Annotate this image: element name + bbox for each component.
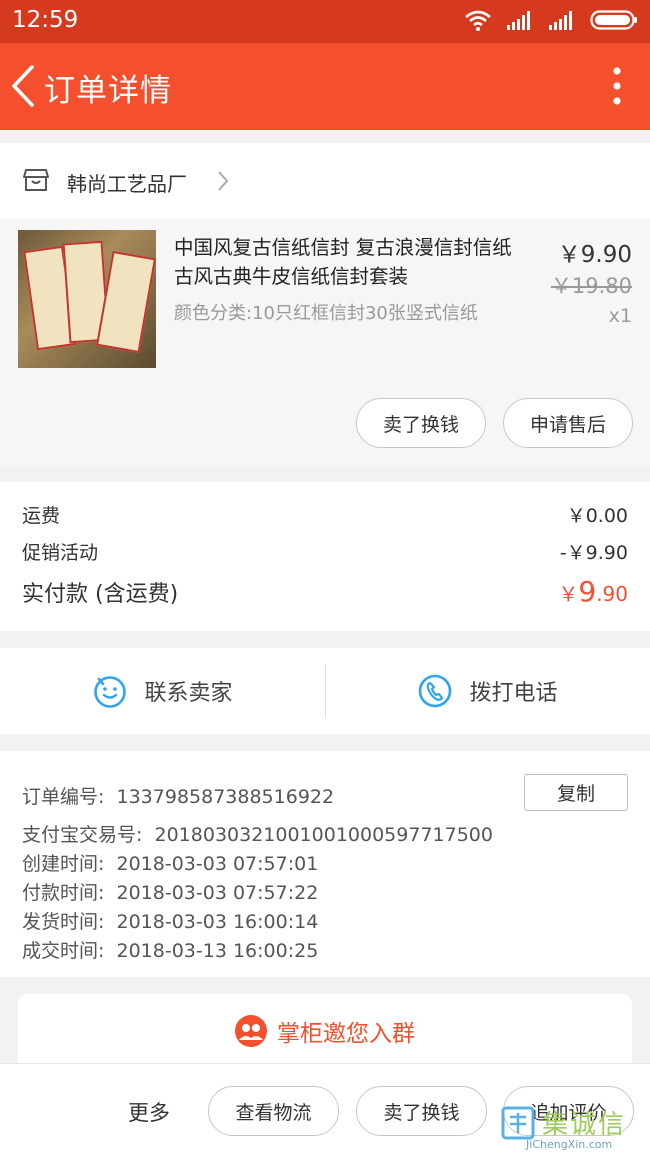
product-image[interactable] (18, 230, 156, 368)
created-time-key: 创建时间: (22, 853, 105, 875)
created-time-row: 创建时间: 2018-03-03 07:57:01 (22, 849, 318, 876)
total-currency: ￥ (558, 582, 579, 606)
shipped-time-row: 发货时间: 2018-03-03 16:00:14 (22, 907, 318, 934)
alipay-trade-value: 2018030321001001000597717500 (154, 824, 493, 846)
product-price: ￥9.90 (557, 242, 632, 268)
contact-bar: 联系卖家 拨打电话 (0, 648, 650, 734)
product-quantity: x1 (608, 305, 632, 327)
call-button[interactable]: 拨打电话 (325, 648, 650, 734)
order-info: 订单编号: 133798587388516922 复制 支付宝交易号: 2018… (0, 751, 650, 977)
paid-time-key: 付款时间: (22, 882, 105, 904)
original-price: ￥19.80 (550, 274, 632, 298)
alipay-trade-key: 支付宝交易号: (22, 824, 143, 846)
call-label: 拨打电话 (469, 681, 558, 706)
watermark-text-cn: 集诚信 (542, 1110, 627, 1140)
total-integer: 9 (578, 575, 597, 608)
total-row: 实付款 (含运费) ￥9.90 (22, 575, 628, 608)
promo-value: -￥9.90 (559, 542, 628, 564)
product-title[interactable]: 中国风复古信纸信封 复古浪漫信封信纸 古风古典牛皮信纸信封套装 (174, 233, 534, 291)
completed-time-value: 2018-03-13 16:00:25 (116, 940, 319, 962)
wifi-icon (465, 10, 491, 31)
shipping-row: 运费 ￥0.00 (22, 501, 628, 528)
shop-name: 韩尚工艺品厂 (67, 172, 187, 196)
shipped-time-key: 发货时间: (22, 911, 105, 933)
watermark: 集诚信 JiChengXin.com (498, 1104, 644, 1155)
contact-seller-label: 联系卖家 (144, 681, 233, 706)
status-icons (464, 9, 638, 31)
contact-seller-button[interactable]: 联系卖家 (0, 648, 325, 734)
more-actions-button[interactable]: 更多 (128, 1097, 170, 1127)
battery-icon (590, 10, 637, 30)
total-label: 实付款 (含运费) (22, 582, 179, 607)
watermark-text-en: JiChengXin.com (526, 1138, 613, 1151)
chat-icon (94, 676, 127, 708)
signal-icon (507, 11, 530, 30)
fee-summary: 运费 ￥0.00 促销活动 -￥9.90 实付款 (含运费) ￥9.90 (0, 482, 650, 631)
shop-row[interactable]: 韩尚工艺品厂 (0, 143, 650, 219)
join-group-content: 掌柜邀您入群 (18, 1014, 632, 1048)
status-time: 12:59 (12, 7, 79, 33)
nav-bar: 订单详情 (0, 43, 650, 130)
total-decimal: .90 (596, 582, 628, 606)
paid-time-value: 2018-03-03 07:57:22 (116, 882, 319, 904)
order-item[interactable]: 中国风复古信纸信封 复古浪漫信封信纸 古风古典牛皮信纸信封套装 颜色分类:10只… (0, 219, 650, 467)
watermark-logo-icon (501, 1106, 535, 1140)
shop-icon (23, 169, 49, 191)
copy-button[interactable]: 复制 (524, 774, 628, 811)
status-bar: 12:59 (0, 0, 650, 43)
page-title: 订单详情 (44, 73, 172, 109)
sell-button[interactable]: 卖了换钱 (356, 398, 486, 448)
created-time-value: 2018-03-03 07:57:01 (116, 853, 319, 875)
completed-time-row: 成交时间: 2018-03-13 16:00:25 (22, 936, 318, 963)
join-group-label: 掌柜邀您入群 (277, 1021, 415, 1047)
more-options-icon[interactable] (610, 65, 624, 107)
chevron-right-icon (218, 171, 229, 191)
group-chat-icon (235, 1015, 267, 1047)
total-value: ￥9.90 (558, 575, 628, 608)
alipay-trade-row: 支付宝交易号: 2018030321001001000597717500 (22, 820, 493, 847)
back-arrow-icon[interactable] (8, 63, 40, 109)
shipped-time-value: 2018-03-03 16:00:14 (116, 911, 319, 933)
product-spec: 颜色分类:10只红框信封30张竖式信纸 (174, 303, 478, 324)
shipping-label: 运费 (22, 505, 61, 527)
order-number-value: 133798587388516922 (116, 786, 335, 808)
shipping-value: ￥0.00 (566, 505, 628, 527)
paid-time-row: 付款时间: 2018-03-03 07:57:22 (22, 878, 318, 905)
after-sale-button[interactable]: 申请售后 (503, 398, 633, 448)
phone-icon (419, 674, 452, 708)
promo-label: 促销活动 (22, 542, 99, 564)
completed-time-key: 成交时间: (22, 940, 105, 962)
order-number-row: 订单编号: 133798587388516922 (22, 782, 334, 809)
order-number-key: 订单编号: (22, 786, 105, 808)
promo-row: 促销活动 -￥9.90 (22, 538, 628, 565)
sell-again-button[interactable]: 卖了换钱 (356, 1086, 487, 1136)
view-logistics-button[interactable]: 查看物流 (208, 1086, 339, 1136)
signal-icon-2 (549, 11, 572, 30)
